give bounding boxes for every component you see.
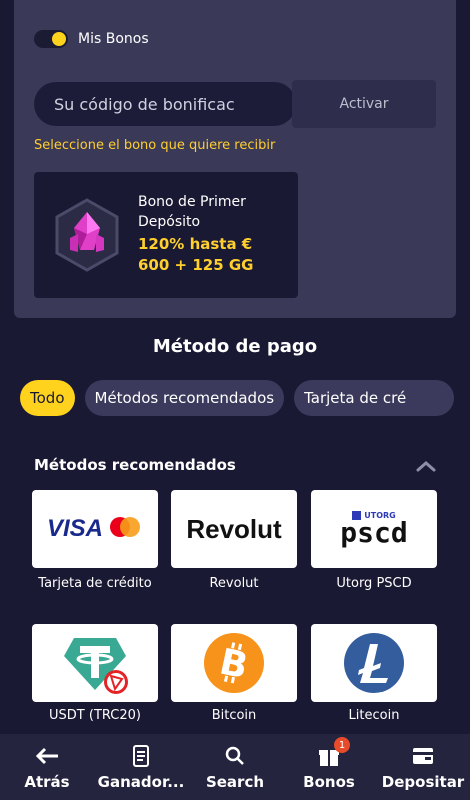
bottom-nav: Atrás Ganador... Search 1 Bonos Deposita… (0, 734, 470, 800)
arrow-left-icon (35, 747, 58, 765)
payment-method-usdt-trc20[interactable] (32, 624, 158, 702)
method-label-revolut: Revolut (209, 576, 259, 591)
tether-tron-logo (64, 638, 128, 694)
toggle-knob (52, 32, 66, 46)
recommended-methods-header: Métodos recomendados (34, 456, 236, 474)
nav-winners[interactable]: Ganador... (96, 743, 186, 791)
method-label-litecoin: Litecoin (348, 708, 400, 723)
gift-icon-wrapper: 1 (316, 737, 350, 769)
chevron-up-icon[interactable] (416, 460, 436, 472)
nav-bonuses[interactable]: 1 Bonos (284, 737, 374, 791)
mastercard-logo (110, 517, 140, 537)
pscd-logo: pscd (340, 515, 408, 549)
search-icon (225, 746, 244, 765)
payment-method-utorg-pscd[interactable]: UTORG pscd (311, 490, 437, 568)
nav-label-winners: Ganador... (97, 773, 185, 791)
bonus-amount: 120% hasta € 600 + 125 GG (138, 235, 254, 274)
nav-label-back: Atrás (24, 773, 70, 791)
activate-button[interactable]: Activar (292, 80, 436, 128)
filter-chip-all[interactable]: Todo (20, 380, 75, 416)
payment-method-credit-card[interactable]: VISA (32, 490, 158, 568)
nav-label-deposit: Depositar (381, 773, 465, 791)
pink-crystal-hexagon-icon (55, 198, 119, 272)
payment-method-bitcoin[interactable]: B (171, 624, 297, 702)
method-label-utorg-pscd: Utorg PSCD (336, 576, 412, 591)
first-deposit-bonus-card[interactable]: Bono de Primer Depósito 120% hasta € 600… (34, 172, 298, 298)
select-bonus-hint: Seleccione el bono que quiere recibir (34, 138, 276, 153)
litecoin-logo (344, 633, 404, 693)
payment-method-revolut[interactable]: Revolut (171, 490, 297, 568)
bonus-toggle-row[interactable]: Mis Bonos (34, 30, 149, 48)
bonus-panel: Mis Bonos Activar Seleccione el bono que… (14, 0, 456, 318)
payment-filter-row: Todo Métodos recomendados Tarjeta de cré (20, 380, 455, 416)
payment-method-title: Método de pago (152, 336, 318, 357)
nav-back[interactable]: Atrás (2, 743, 92, 791)
bitcoin-logo: B (204, 633, 264, 693)
nav-label-search: Search (205, 773, 265, 791)
nav-deposit[interactable]: Depositar (378, 743, 468, 791)
visa-logo: VISA (46, 515, 103, 542)
revolut-logo: Revolut (186, 513, 282, 544)
nav-label-bonuses: Bonos (303, 773, 355, 791)
method-label-bitcoin: Bitcoin (211, 708, 257, 723)
scroll-icon (133, 745, 149, 767)
bonus-toggle-label: Mis Bonos (78, 31, 149, 47)
bonus-count-badge: 1 (334, 737, 350, 753)
wallet-icon (413, 748, 433, 764)
method-label-usdt: USDT (TRC20) (49, 708, 141, 723)
method-label-credit-card: Tarjeta de crédito (38, 576, 152, 591)
bonus-title: Bono de Primer Depósito (138, 194, 246, 230)
bonus-code-input[interactable] (34, 82, 296, 126)
filter-chip-card[interactable]: Tarjeta de cré (294, 380, 455, 416)
payment-method-litecoin[interactable] (311, 624, 437, 702)
filter-chip-recommended[interactable]: Métodos recomendados (84, 380, 285, 416)
bonus-toggle[interactable] (34, 30, 68, 48)
nav-search[interactable]: Search (190, 743, 280, 791)
